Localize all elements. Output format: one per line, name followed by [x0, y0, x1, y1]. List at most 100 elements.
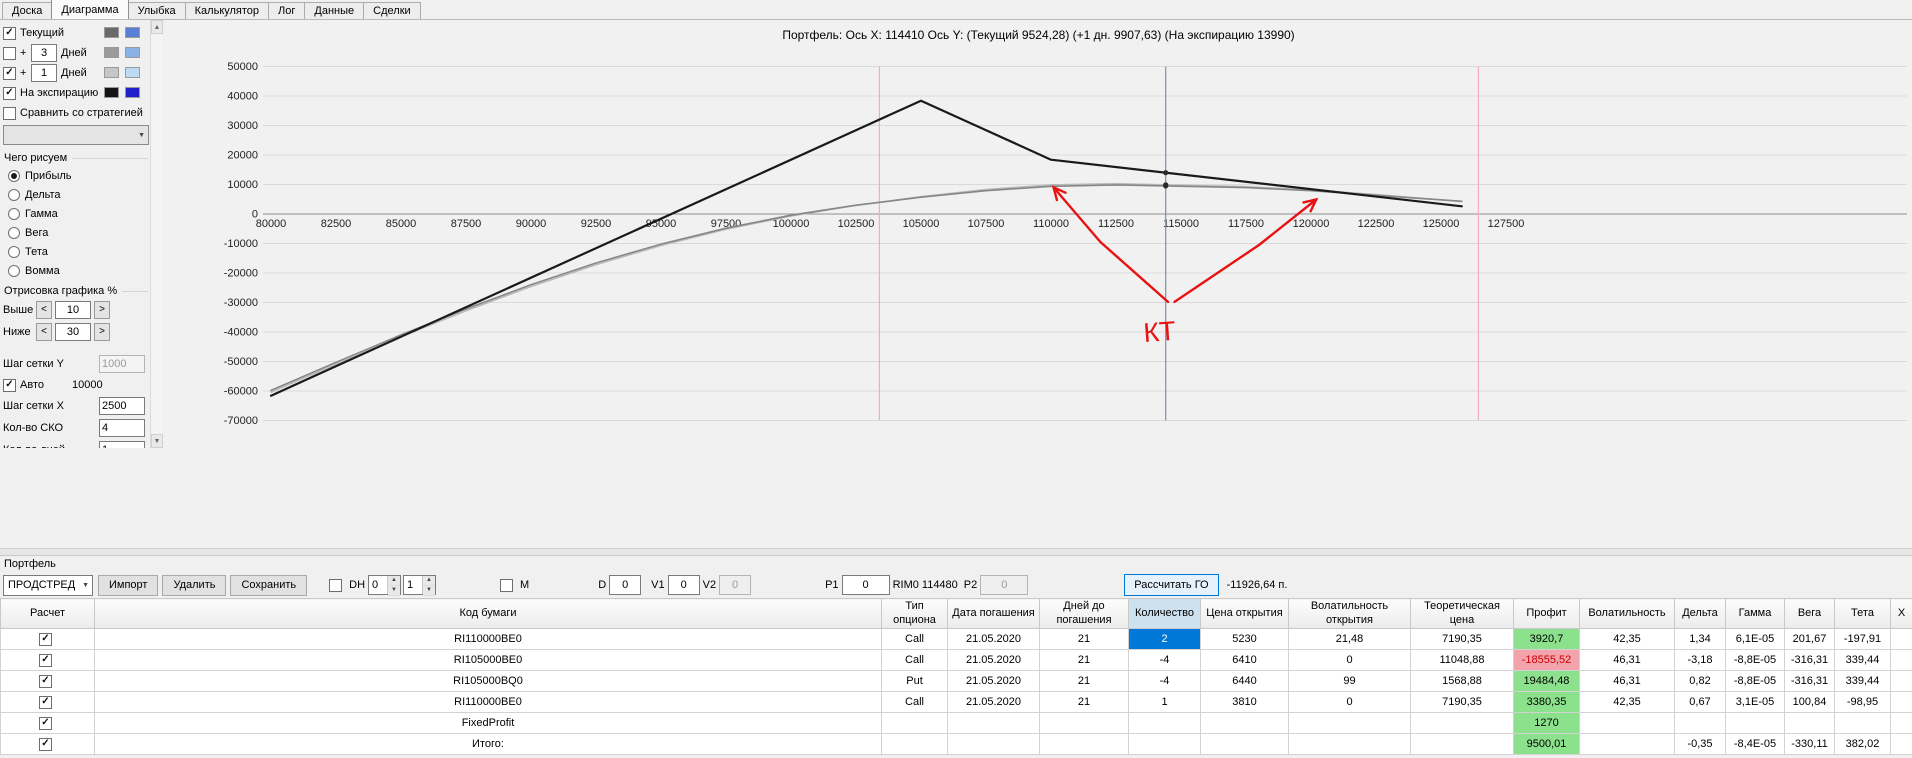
cell-profit[interactable]: 3380,35	[1513, 691, 1580, 713]
cell-type[interactable]: Call	[881, 628, 948, 650]
below-increment-button[interactable]: >	[94, 323, 110, 341]
tab-доска[interactable]: Доска	[2, 2, 53, 19]
radio-icon[interactable]	[8, 226, 20, 239]
tab-лог[interactable]: Лог	[268, 2, 306, 19]
tab-улыбка[interactable]: Улыбка	[127, 2, 186, 19]
cell-theta[interactable]: 382,02	[1834, 733, 1891, 755]
row-calc-checkbox[interactable]	[39, 654, 52, 667]
cell-vega[interactable]: 100,84	[1784, 691, 1835, 713]
draw-option-тета[interactable]: Тета	[3, 242, 150, 261]
column-header-количество[interactable]: Количество	[1128, 598, 1201, 629]
column-header-тета[interactable]: Тета	[1834, 598, 1891, 629]
cell-theor[interactable]	[1410, 733, 1514, 755]
compare-strategy-checkbox[interactable]	[3, 106, 16, 120]
draw-option-прибыль[interactable]: Прибыль	[3, 166, 150, 185]
cell-delta[interactable]: 0,67	[1674, 691, 1726, 713]
expiration-color-swatch-2[interactable]	[125, 87, 140, 98]
dh-spinner-2-value[interactable]	[404, 576, 423, 594]
calc-cell[interactable]	[0, 628, 95, 650]
cell-profit[interactable]: 9500,01	[1513, 733, 1580, 755]
cell-gamma[interactable]	[1725, 712, 1785, 734]
cell-vol[interactable]	[1579, 712, 1675, 734]
cell-open_vol[interactable]: 99	[1288, 670, 1411, 692]
v1-input[interactable]	[667, 575, 700, 595]
column-header-вега[interactable]: Вега	[1784, 598, 1835, 629]
cell-date[interactable]	[947, 733, 1040, 755]
cell-x[interactable]	[1890, 691, 1912, 713]
cell-delta[interactable]: -3,18	[1674, 649, 1726, 671]
dh-spinner-1[interactable]: ▲▼	[368, 575, 402, 596]
cell-x[interactable]	[1890, 670, 1912, 692]
cell-gamma[interactable]: -8,8E-05	[1725, 670, 1785, 692]
cell-date[interactable]	[947, 712, 1040, 734]
cell-date[interactable]: 21.05.2020	[947, 649, 1040, 671]
radio-icon[interactable]	[8, 188, 20, 201]
calc-cell[interactable]	[0, 649, 95, 671]
plus-days-checkbox-1[interactable]	[3, 46, 16, 60]
cell-open_vol[interactable]: 21,48	[1288, 628, 1411, 650]
cell-theta[interactable]: -197,91	[1834, 628, 1891, 650]
cell-delta[interactable]: 0,82	[1674, 670, 1726, 692]
spinner-down-icon[interactable]: ▼	[423, 586, 436, 596]
cell-open_price[interactable]: 6440	[1200, 670, 1289, 692]
current-color-swatch-2[interactable]	[125, 27, 140, 38]
row-calc-checkbox[interactable]	[39, 696, 52, 709]
days2-color-swatch-1[interactable]	[104, 67, 119, 78]
column-header-гамма[interactable]: Гамма	[1725, 598, 1785, 629]
tab-сделки[interactable]: Сделки	[363, 2, 421, 19]
dh-spinner-2[interactable]: ▲▼	[403, 575, 437, 596]
cell-gamma[interactable]: 3,1E-05	[1725, 691, 1785, 713]
cell-profit[interactable]: -18555,52	[1513, 649, 1580, 671]
p2-input[interactable]	[980, 575, 1029, 595]
tab-данные[interactable]: Данные	[304, 2, 365, 19]
calc-cell[interactable]	[0, 670, 95, 692]
expiration-color-swatch-1[interactable]	[104, 87, 119, 98]
cell-theor[interactable]: 7190,35	[1410, 628, 1514, 650]
cell-delta[interactable]: 1,34	[1674, 628, 1726, 650]
days2-color-swatch-2[interactable]	[125, 67, 140, 78]
cell-open_vol[interactable]: 0	[1288, 691, 1411, 713]
cell-type[interactable]: Call	[881, 649, 948, 671]
row-calc-checkbox[interactable]	[39, 675, 52, 688]
cell-open_vol[interactable]: 0	[1288, 649, 1411, 671]
p1-input[interactable]	[841, 575, 890, 595]
cell-open_price[interactable]	[1200, 733, 1289, 755]
cell-theor[interactable]: 1568,88	[1410, 670, 1514, 692]
scroll-up-icon[interactable]: ▲	[151, 20, 163, 34]
expiration-checkbox[interactable]	[3, 86, 16, 100]
cell-code[interactable]: RI105000BQ0	[94, 670, 882, 692]
cell-x[interactable]	[1890, 628, 1912, 650]
cell-open_vol[interactable]	[1288, 733, 1411, 755]
draw-option-вега[interactable]: Вега	[3, 223, 150, 242]
cell-code[interactable]: RI105000BE0	[94, 649, 882, 671]
draw-option-дельта[interactable]: Дельта	[3, 185, 150, 204]
cell-days[interactable]: 21	[1039, 691, 1129, 713]
days-input-2[interactable]	[31, 64, 57, 82]
cell-open_price[interactable]: 6410	[1200, 649, 1289, 671]
cell-theor[interactable]	[1410, 712, 1514, 734]
cell-qty[interactable]	[1128, 733, 1201, 755]
cell-profit[interactable]: 3920,7	[1513, 628, 1580, 650]
spinner-up-icon[interactable]: ▲	[388, 576, 401, 586]
spinner-down-icon[interactable]: ▼	[388, 586, 401, 596]
radio-icon[interactable]	[8, 245, 20, 258]
cell-date[interactable]: 21.05.2020	[947, 628, 1040, 650]
auto-checkbox[interactable]	[3, 378, 16, 392]
days1-color-swatch-2[interactable]	[125, 47, 140, 58]
draw-option-гамма[interactable]: Гамма	[3, 204, 150, 223]
above-increment-button[interactable]: >	[94, 301, 110, 319]
column-header-профит[interactable]: Профит	[1513, 598, 1580, 629]
cell-vega[interactable]	[1784, 712, 1835, 734]
cell-qty[interactable]: -4	[1128, 649, 1201, 671]
cell-x[interactable]	[1890, 712, 1912, 734]
tab-калькулятор[interactable]: Калькулятор	[184, 2, 270, 19]
dh-checkbox[interactable]	[329, 578, 343, 592]
below-decrement-button[interactable]: <	[36, 323, 52, 341]
calc-cell[interactable]	[0, 712, 95, 734]
cell-delta[interactable]	[1674, 712, 1726, 734]
cell-vol[interactable]: 42,35	[1579, 691, 1675, 713]
cell-x[interactable]	[1890, 733, 1912, 755]
cell-code[interactable]: Итого:	[94, 733, 882, 755]
cell-theta[interactable]: 339,44	[1834, 670, 1891, 692]
cell-qty[interactable]	[1128, 712, 1201, 734]
